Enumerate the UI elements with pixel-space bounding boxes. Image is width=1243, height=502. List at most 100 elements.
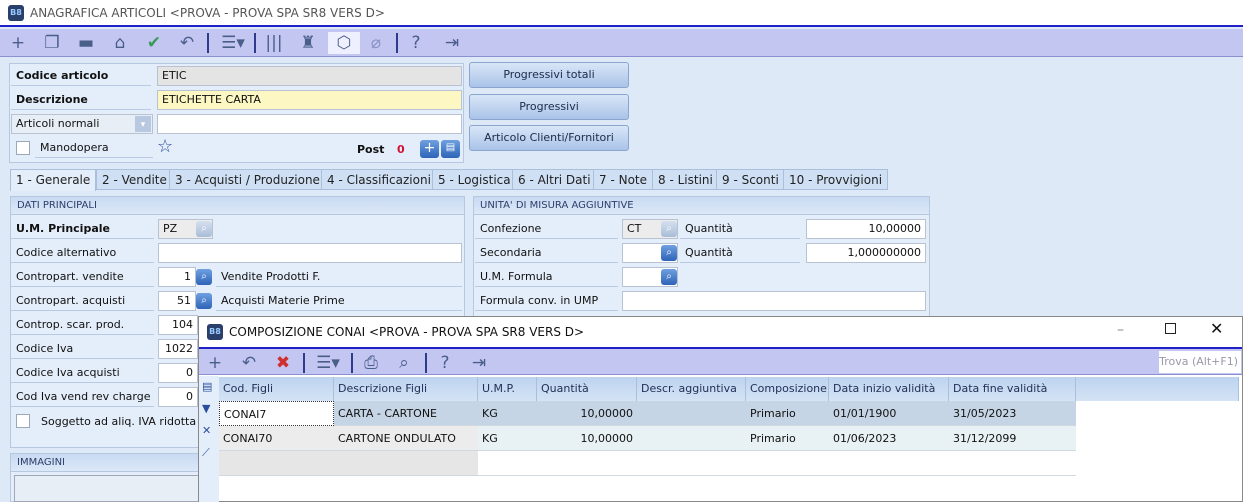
chart-icon[interactable]: ⟋ — [202, 446, 210, 460]
table-cell[interactable] — [637, 426, 746, 451]
table-cell[interactable]: 31/12/2099 — [949, 426, 1076, 451]
tab-generale[interactable]: 1 - Generale — [10, 169, 97, 191]
table-cell[interactable]: CONAI7 — [219, 401, 334, 426]
table-cell[interactable]: 01/06/2023 — [829, 426, 949, 451]
cv-input[interactable]: 1 — [158, 267, 196, 287]
exit-icon[interactable]: ⇥ — [467, 352, 491, 374]
save-icon[interactable]: ⌂ — [108, 32, 132, 54]
table-cell[interactable]: CARTA - CARTONE — [334, 401, 478, 426]
folder-icon[interactable]: ▬ — [74, 32, 98, 54]
column-header[interactable]: Composizione — [746, 377, 829, 401]
column-header[interactable]: Data fine validità — [949, 377, 1076, 401]
tab-altri-dati[interactable]: 6 - Altri Dati — [512, 169, 597, 190]
ivaa-input[interactable]: 0 — [158, 363, 198, 383]
manodopera-checkbox[interactable] — [16, 141, 30, 155]
new-row-rest[interactable] — [478, 451, 1076, 476]
table-cell[interactable]: 10,00000 — [537, 401, 637, 426]
column-header[interactable]: Cod. Figli — [219, 377, 334, 401]
trova-input[interactable]: Trova (Alt+F1) — [1159, 351, 1241, 373]
search-icon[interactable]: ⌕ — [661, 269, 677, 285]
search-icon[interactable]: ⌕ — [661, 245, 677, 261]
package-icon[interactable]: ⬡ — [328, 32, 360, 54]
column-header[interactable]: Descr. aggiuntiva — [637, 377, 746, 401]
table-cell[interactable]: CONAI70 — [219, 426, 334, 451]
q1-input[interactable]: 10,00000 — [806, 219, 926, 239]
codice-input[interactable]: ETIC — [157, 66, 462, 86]
print-preview-icon[interactable]: ⌕ — [392, 352, 416, 374]
descrizione-input[interactable]: ETICHETTE CARTA — [157, 90, 462, 110]
list-icon[interactable]: ▤ — [202, 380, 212, 393]
tab-logistica[interactable]: 5 - Logistica — [432, 169, 517, 190]
undo-icon[interactable]: ↶ — [175, 32, 199, 54]
column-header[interactable]: Descrizione Figli — [334, 377, 478, 401]
tab-classificazioni[interactable]: 4 - Classificazioni — [321, 169, 437, 190]
ivaa-label: Codice Iva acquisti — [11, 363, 154, 383]
basket-icon[interactable]: ♜ — [296, 32, 320, 54]
table-cell[interactable]: KG — [478, 401, 537, 426]
tab-listini[interactable]: 8 - Listini — [652, 169, 719, 190]
ca-input[interactable]: 51 — [158, 291, 196, 311]
delete-icon[interactable]: ✖ — [271, 352, 295, 374]
clienti-fornitori-button[interactable]: Articolo Clienti/Fornitori — [469, 125, 629, 151]
dati-principali-header[interactable]: DATI PRINCIPALI — [11, 197, 464, 215]
add-post-button[interactable]: + — [420, 140, 439, 158]
add-icon[interactable]: + — [203, 352, 227, 374]
progressivi-button[interactable]: Progressivi — [469, 94, 629, 120]
progressivi-totali-button[interactable]: Progressivi totali — [469, 62, 629, 88]
table-cell[interactable]: CARTONE ONDULATO — [334, 426, 478, 451]
tipo-extra-input[interactable] — [157, 114, 462, 134]
menu-icon[interactable]: ☰▾ — [214, 32, 252, 54]
menu-icon[interactable]: ☰▾ — [309, 352, 347, 374]
star-icon[interactable]: ☆ — [157, 136, 173, 157]
clear-filter-icon[interactable]: ✕ — [202, 424, 211, 437]
barcode-icon[interactable]: ||| — [262, 32, 286, 54]
close-button[interactable]: ✕ — [1210, 319, 1223, 338]
search-icon[interactable]: ⌕ — [661, 221, 677, 237]
undo-icon[interactable]: ↶ — [237, 352, 261, 374]
tipo-select[interactable]: Articoli normali ▾ — [11, 114, 153, 134]
column-header[interactable]: U.M.P. — [478, 377, 537, 401]
table-cell[interactable]: KG — [478, 426, 537, 451]
iva-label: Codice Iva — [11, 339, 154, 359]
iva-input[interactable]: 1022 — [158, 339, 198, 359]
search-icon[interactable]: ⌕ — [196, 293, 212, 309]
search-icon[interactable]: ⌕ — [196, 269, 212, 285]
immagini-header[interactable]: IMMAGINI — [11, 454, 199, 472]
add-icon[interactable]: + — [6, 32, 30, 54]
confirm-check-icon[interactable]: ✔ — [142, 32, 166, 54]
new-row[interactable] — [219, 451, 478, 476]
alt-input[interactable] — [158, 243, 462, 263]
help-icon[interactable]: ? — [404, 32, 428, 54]
print-icon[interactable]: ⎙ — [359, 352, 383, 374]
tab-acquisti-produzione[interactable]: 3 - Acquisti / Produzione — [169, 169, 326, 190]
column-header[interactable]: Quantità — [537, 377, 637, 401]
copy-icon[interactable]: ❐ — [40, 32, 64, 54]
exit-icon[interactable]: ⇥ — [440, 32, 464, 54]
maximize-button[interactable] — [1165, 323, 1176, 334]
table-row[interactable]: CONAI7 CARTA - CARTONE KG 10,00000 Primario 0… — [219, 401, 1076, 426]
tab-sconti[interactable]: 9 - Sconti — [716, 169, 785, 190]
csp-input[interactable]: 104 — [158, 315, 198, 335]
help-icon[interactable]: ? — [433, 352, 457, 374]
tab-vendite[interactable]: 2 - Vendite — [96, 169, 173, 190]
ivarc-input[interactable]: 0 — [158, 387, 198, 407]
table-cell[interactable]: Primario — [746, 401, 829, 426]
q2-input[interactable]: 1,000000000 — [806, 243, 926, 263]
table-cell[interactable]: 31/05/2023 — [949, 401, 1076, 426]
column-header[interactable]: Data inizio validità — [829, 377, 949, 401]
post-book-icon[interactable]: ▤ — [441, 140, 460, 158]
search-icon[interactable]: ⌕ — [196, 221, 212, 237]
filter-icon[interactable]: ▼ — [202, 402, 210, 415]
table-cell[interactable]: Primario — [746, 426, 829, 451]
table-cell[interactable]: 10,00000 — [537, 426, 637, 451]
formula-input[interactable] — [622, 291, 926, 311]
table-row[interactable]: CONAI70 CARTONE ONDULATO KG 10,00000 Primari… — [219, 426, 1076, 451]
table-cell[interactable]: 01/01/1900 — [829, 401, 949, 426]
ridotta-checkbox[interactable] — [16, 414, 30, 428]
unita-header[interactable]: UNITA' DI MISURA AGGIUNTIVE — [474, 197, 929, 215]
minimize-button[interactable]: – — [1117, 322, 1124, 338]
tab-provvigioni[interactable]: 10 - Provvigioni — [783, 169, 889, 190]
table-cell[interactable] — [637, 401, 746, 426]
tab-note[interactable]: 7 - Note — [593, 169, 653, 190]
attach-icon[interactable]: ⌀ — [364, 32, 388, 54]
